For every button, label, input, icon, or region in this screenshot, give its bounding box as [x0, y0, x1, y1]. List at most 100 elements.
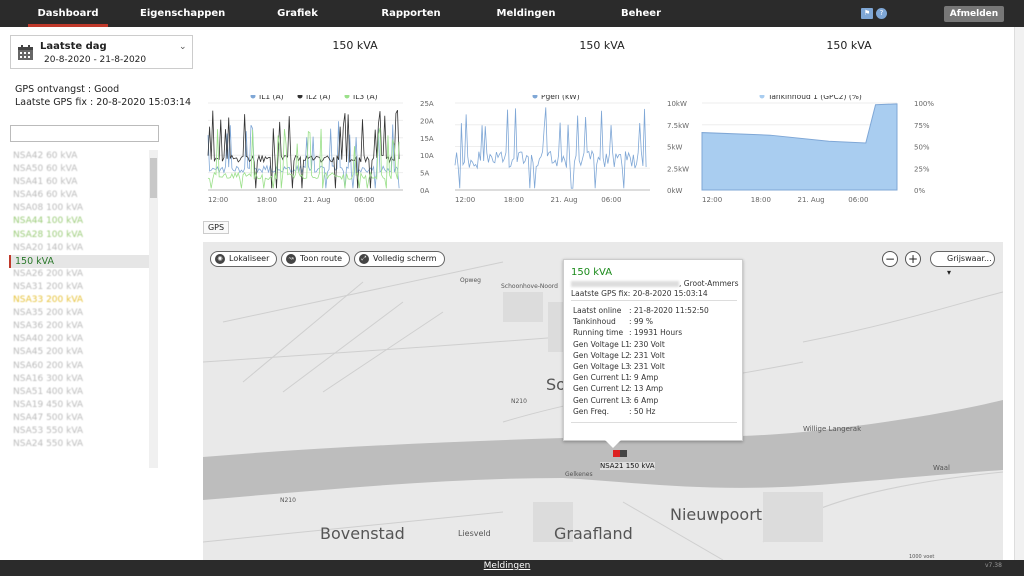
unit-list-item[interactable]: NSA51 400 kVA	[9, 386, 149, 399]
popup-row: Gen Current L1: 9 Amp	[573, 373, 709, 384]
popup-row-value: : 231 Volt	[629, 361, 665, 371]
zoom-in-button[interactable]: +	[905, 251, 921, 267]
unit-list-scroll-thumb[interactable]	[150, 158, 157, 198]
kva-header-2: 150 kVA	[579, 39, 625, 52]
chevron-down-icon[interactable]: ⌄	[179, 42, 187, 52]
unit-list-item[interactable]: NSA33 200 kVA	[9, 294, 149, 307]
logout-button[interactable]: Afmelden	[944, 6, 1004, 22]
gps-lastfix-value: 20-8-2020 15:03:14	[96, 97, 192, 108]
popup-details: Laatst online: 21-8-2020 11:52:50 Tankinh…	[573, 306, 709, 418]
x-tick-label: 21. Aug	[798, 196, 825, 204]
legend-label: IL2 (A)	[306, 95, 331, 101]
popup-row-label: Gen Voltage L2	[573, 350, 631, 360]
map-place-graafland: Graafland	[554, 524, 633, 543]
tank-chart: Tankinhoud 1 (GPC2) (%) 0% 25% 50% 75% 100% 12…	[701, 95, 934, 204]
popup-row-label: Tankinhoud	[573, 317, 616, 327]
y-tick-label: 2.5kW	[667, 165, 689, 173]
unit-list-item[interactable]: NSA26 200 kVA	[9, 268, 149, 281]
popup-pointer	[605, 440, 621, 448]
map[interactable]: Bovenstad Graafland Nieuwpoort Liesveld …	[203, 242, 1003, 560]
nav-meldingen[interactable]: Meldingen	[495, 0, 557, 27]
gps-reception: GPS ontvangst : Good	[15, 84, 120, 95]
unit-list-item[interactable]: NSA16 300 kVA	[9, 373, 149, 386]
unit-list-item[interactable]: NSA36 200 kVA	[9, 320, 149, 333]
series-line	[454, 107, 647, 189]
unit-list-item[interactable]: NSA20 140 kVA	[9, 242, 149, 255]
unit-list-item[interactable]: NSA31 200 kVA	[9, 281, 149, 294]
map-layer-select[interactable]: Grijswaar... ▾	[930, 251, 995, 277]
popup-row: Gen Freq.: 50 Hz	[573, 407, 709, 418]
unit-list-item-selected[interactable]: 150 kVA	[9, 254, 149, 268]
locate-button[interactable]: ◉ Lokaliseer	[210, 251, 278, 267]
popup-divider-bottom	[571, 422, 737, 423]
unit-list-item[interactable]: NSA50 60 kVA	[9, 163, 149, 176]
fullscreen-label: Volledig scherm	[373, 254, 437, 263]
nav-rapporten[interactable]: Rapporten	[380, 0, 442, 27]
unit-list-item[interactable]: NSA60 200 kVA	[9, 360, 149, 373]
popup-row: Running time: 19931 Hours	[573, 328, 709, 339]
y-tick-label: 25%	[914, 165, 930, 173]
unit-list-item[interactable]: NSA53 550 kVA	[9, 425, 149, 438]
unit-list-item[interactable]: NSA08 100 kVA	[9, 202, 149, 215]
unit-list-item[interactable]: NSA19 450 kVA	[9, 399, 149, 412]
legend-marker	[759, 95, 765, 99]
nav-dashboard[interactable]: Dashboard	[28, 0, 108, 27]
locate-icon: ◉	[215, 253, 225, 264]
popup-row-value: : 50 Hz	[629, 406, 656, 416]
date-range-selector[interactable]: Laatste dag 20-8-2020 - 21-8-2020 ⌄	[10, 35, 193, 69]
power-chart: Pgen (kW) 0kW 2.5kW 5kW 7.5kW 10kW 12:00 18:00 2…	[454, 95, 689, 204]
gps-lastfix-label: Laatste GPS fix	[15, 97, 87, 108]
unit-list-item[interactable]: NSA41 60 kVA	[9, 176, 149, 189]
popup-row: Gen Current L2: 13 Amp	[573, 384, 709, 395]
kva-header-1: 150 kVA	[332, 39, 378, 52]
chart-legend: IL1 (A) IL2 (A) IL3 (A)	[250, 95, 378, 101]
unit-list-item[interactable]: NSA35 200 kVA	[9, 307, 149, 320]
gps-reception-value: Good	[94, 84, 120, 95]
language-icon[interactable]: ⚑	[861, 8, 873, 19]
unit-search-input[interactable]	[10, 125, 159, 142]
show-route-label: Toon route	[300, 254, 343, 263]
gps-reception-label: GPS ontvangst	[15, 84, 85, 95]
nav-beheer[interactable]: Beheer	[615, 0, 667, 27]
y-tick-label: 10A	[420, 152, 434, 160]
nav-eigenschappen[interactable]: Eigenschappen	[140, 0, 225, 27]
x-tick-label: 06:00	[848, 196, 868, 204]
y-tick-label: 25A	[420, 100, 434, 108]
legend-marker	[297, 95, 303, 99]
map-road-n210-2: N210	[280, 497, 296, 504]
map-marker-label[interactable]: NSA21 150 kVA	[600, 462, 655, 470]
unit-list-item[interactable]: NSA24 550 kVA	[9, 438, 149, 451]
y-tick-label: 75%	[914, 122, 930, 130]
series-area	[701, 103, 898, 191]
page-scrollbar[interactable]	[1014, 27, 1024, 560]
unit-list: NSA42 60 kVA NSA50 60 kVA NSA41 60 kVA NSA4…	[9, 150, 149, 468]
popup-row-label: Running time	[573, 328, 624, 338]
gps-tab[interactable]: GPS	[203, 221, 229, 234]
legend-marker	[344, 95, 350, 99]
x-tick-label: 18:00	[504, 196, 524, 204]
unit-list-item[interactable]: NSA42 60 kVA	[9, 150, 149, 163]
popup-row-label: Gen Voltage L3	[573, 361, 631, 371]
popup-row-label: Gen Voltage L1	[573, 339, 631, 349]
legend-label: IL3 (A)	[353, 95, 378, 101]
zoom-out-button[interactable]: −	[882, 251, 898, 267]
footer-meldingen-link[interactable]: Meldingen	[0, 561, 1014, 571]
unit-list-item[interactable]: NSA46 60 kVA	[9, 189, 149, 202]
map-place-nieuwpoort: Nieuwpoort	[670, 505, 763, 524]
y-tick-label: 0kW	[667, 187, 683, 195]
popup-row-value: : 21-8-2020 11:52:50	[629, 306, 709, 315]
x-tick-label: 06:00	[601, 196, 621, 204]
x-tick-label: 06:00	[354, 196, 374, 204]
show-route-button[interactable]: ↝ Toon route	[281, 251, 351, 267]
unit-list-item[interactable]: NSA44 100 kVA	[9, 215, 149, 228]
unit-list-item[interactable]: NSA45 200 kVA	[9, 346, 149, 359]
map-layer-value: Grijswaar...	[947, 254, 992, 263]
fullscreen-button[interactable]: ⤢ Volledig scherm	[354, 251, 445, 267]
unit-list-item[interactable]: NSA47 500 kVA	[9, 412, 149, 425]
map-road-n210: N210	[511, 398, 527, 405]
help-icon[interactable]: ?	[876, 8, 887, 19]
unit-list-item[interactable]: NSA28 100 kVA	[9, 229, 149, 242]
nav-grafiek[interactable]: Grafiek	[270, 0, 325, 27]
unit-list-item[interactable]: NSA40 200 kVA	[9, 333, 149, 346]
x-tick-label: 18:00	[257, 196, 277, 204]
